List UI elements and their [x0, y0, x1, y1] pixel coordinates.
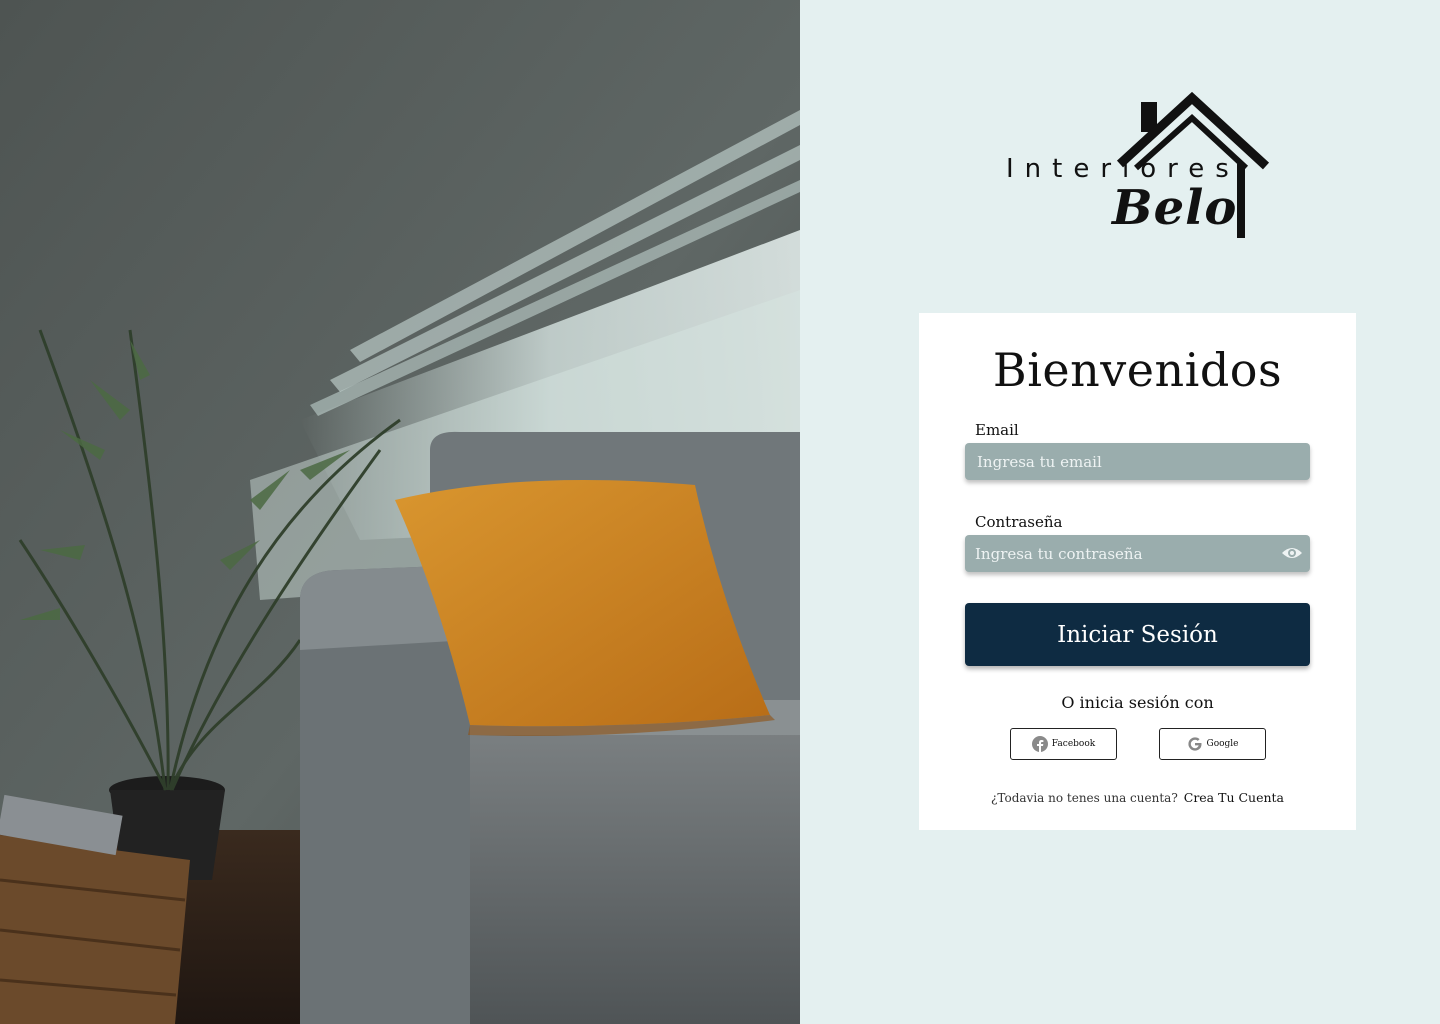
eye-icon[interactable]: [1281, 545, 1303, 561]
page-title: Bienvenidos: [992, 343, 1283, 397]
facebook-login-button[interactable]: Facebook: [1010, 728, 1117, 760]
facebook-label: Facebook: [1051, 739, 1096, 749]
email-label: Email: [975, 421, 1019, 439]
password-label: Contraseña: [975, 513, 1063, 531]
google-login-button[interactable]: Google: [1159, 728, 1266, 760]
password-field[interactable]: [965, 535, 1310, 572]
brand-word-belo: Belo: [1112, 180, 1238, 236]
login-card: Bienvenidos Email Contraseña Iniciar Ses…: [919, 313, 1356, 830]
google-icon: [1187, 737, 1201, 751]
facebook-icon: [1031, 736, 1048, 752]
signup-row: ¿Todavia no tenes una cuenta? Crea Tu Cue…: [919, 790, 1356, 805]
google-label: Google: [1206, 739, 1239, 749]
login-button[interactable]: Iniciar Sesión: [965, 603, 1310, 666]
alt-login-prompt: O inicia sesión con: [1061, 693, 1214, 712]
signup-link[interactable]: Crea Tu Cuenta: [1184, 790, 1284, 805]
hero-photo: [0, 0, 800, 1024]
signup-prompt: ¿Todavia no tenes una cuenta?: [990, 791, 1178, 805]
email-field[interactable]: [965, 443, 1310, 480]
brand-logo: Interiores Belo: [1000, 88, 1280, 248]
